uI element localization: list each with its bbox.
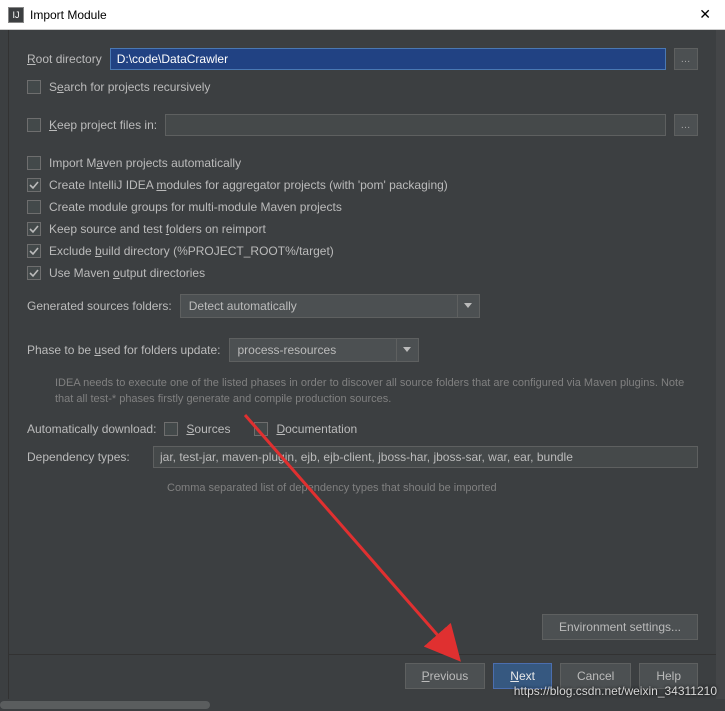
next-button[interactable]: Next <box>493 663 552 689</box>
search-recursive-checkbox[interactable] <box>27 80 41 94</box>
autodl-docs-checkbox[interactable] <box>254 422 268 436</box>
dialog-title: Import Module <box>30 8 693 22</box>
close-icon[interactable]: ✕ <box>693 6 717 23</box>
search-recursive-label: Search for projects recursively <box>49 80 210 94</box>
option-5-checkbox[interactable] <box>27 266 41 280</box>
deptypes-help-text: Comma separated list of dependency types… <box>27 478 698 494</box>
root-dir-label: RRoot directoryoot directory <box>27 52 102 66</box>
option-3-checkbox[interactable] <box>27 222 41 236</box>
gen-src-label: Generated sources folders: <box>27 299 172 313</box>
autodl-docs-label: Documentation <box>276 422 357 436</box>
phase-select[interactable]: process-resources <box>229 338 419 362</box>
titlebar: IJ Import Module ✕ <box>0 0 725 30</box>
keep-files-input[interactable] <box>165 114 666 136</box>
deptypes-input[interactable] <box>153 446 698 468</box>
keep-files-checkbox[interactable] <box>27 118 41 132</box>
horizontal-scrollbar[interactable] <box>0 699 725 711</box>
right-gutter <box>716 30 725 699</box>
option-1-label: Create IntelliJ IDEA modules for aggrega… <box>49 178 448 192</box>
previous-button[interactable]: Previous <box>405 663 486 689</box>
scrollbar-thumb[interactable] <box>0 701 210 709</box>
autodl-sources-label: Sources <box>186 422 230 436</box>
chevron-down-icon <box>457 295 479 317</box>
gen-src-select[interactable]: Detect automatically <box>180 294 480 318</box>
cancel-button[interactable]: Cancel <box>560 663 631 689</box>
option-2-label: Create module groups for multi-module Ma… <box>49 200 342 214</box>
option-2-checkbox[interactable] <box>27 200 41 214</box>
autodl-label: Automatically download: <box>27 422 156 436</box>
option-4-label: Exclude build directory (%PROJECT_ROOT%/… <box>49 244 334 258</box>
dialog-body: RRoot directoryoot directory … Search fo… <box>9 30 716 699</box>
option-3-label: Keep source and test folders on reimport <box>49 222 266 236</box>
chevron-down-icon <box>396 339 418 361</box>
option-0-label: Import Maven projects automatically <box>49 156 241 170</box>
app-icon: IJ <box>8 7 24 23</box>
keep-files-browse-button[interactable]: … <box>674 114 698 136</box>
option-5-label: Use Maven output directories <box>49 266 205 280</box>
autodl-sources-checkbox[interactable] <box>164 422 178 436</box>
option-0-checkbox[interactable] <box>27 156 41 170</box>
root-dir-browse-button[interactable]: … <box>674 48 698 70</box>
environment-settings-button[interactable]: Environment settings... <box>542 614 698 640</box>
phase-label: Phase to be used for folders update: <box>27 343 221 357</box>
help-button[interactable]: Help <box>639 663 698 689</box>
root-dir-input[interactable] <box>110 48 666 70</box>
option-1-checkbox[interactable] <box>27 178 41 192</box>
keep-files-label: Keep project files in: <box>49 118 157 132</box>
option-4-checkbox[interactable] <box>27 244 41 258</box>
deptypes-label: Dependency types: <box>27 450 145 464</box>
left-gutter <box>0 30 9 699</box>
phase-help-text: IDEA needs to execute one of the listed … <box>27 372 698 412</box>
